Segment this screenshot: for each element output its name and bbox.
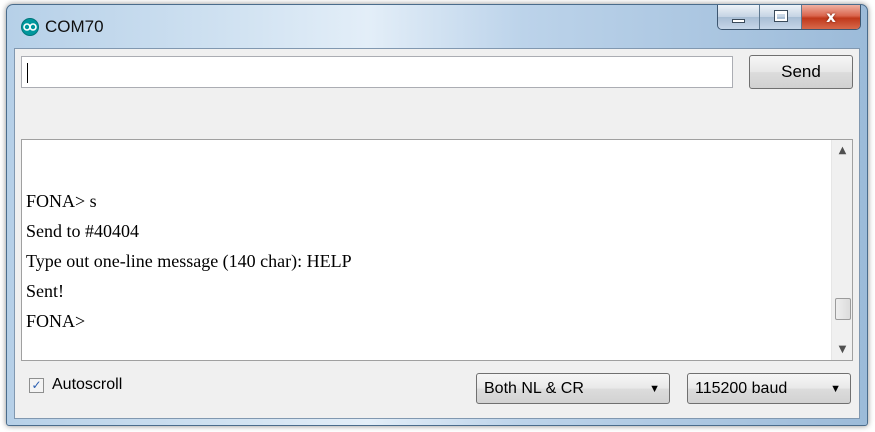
output-line: Send to #40404 [26, 221, 140, 241]
check-icon: ✓ [31, 377, 42, 392]
output-line: FONA> s [26, 191, 97, 211]
send-button[interactable]: Send [749, 55, 853, 89]
serial-monitor-body: Send FONA> s Send to #40404 Type out one… [14, 48, 860, 419]
chevron-down-icon: ▼ [830, 383, 841, 395]
scroll-thumb[interactable] [835, 298, 851, 320]
serial-output-lines: FONA> s Send to #40404 Type out one-line… [26, 186, 352, 336]
maximize-button[interactable] [760, 5, 802, 29]
autoscroll-checkbox[interactable]: ✓ [29, 377, 44, 393]
output-line: Type out one-line message (140 char): HE… [26, 251, 352, 271]
vertical-scrollbar[interactable]: ▲ ▼ [831, 140, 852, 360]
close-icon: x [826, 8, 836, 26]
output-line: FONA> [26, 311, 86, 331]
arrow-down-icon[interactable]: ▼ [832, 339, 853, 360]
baud-rate-select[interactable]: 115200 baud ▼ [687, 373, 851, 404]
autoscroll-label: Autoscroll [52, 376, 123, 393]
output-line: Sent! [26, 281, 64, 301]
text-caret [27, 63, 28, 83]
maximize-icon [774, 10, 788, 22]
title-bar[interactable]: COM70 x [7, 5, 867, 49]
chevron-down-icon: ▼ [649, 383, 660, 395]
minimize-icon [732, 19, 745, 23]
arrow-up-icon[interactable]: ▲ [832, 140, 853, 161]
minimize-button[interactable] [718, 5, 760, 29]
window-title: COM70 [45, 17, 104, 36]
baud-rate-value: 115200 baud [695, 379, 788, 397]
line-ending-value: Both NL & CR [484, 379, 584, 397]
line-ending-select[interactable]: Both NL & CR ▼ [476, 373, 670, 404]
close-button[interactable]: x [802, 5, 860, 29]
arduino-infinity-icon [21, 18, 39, 36]
serial-monitor-window: COM70 x Send FONA> s Send to #40404 Type… [6, 4, 868, 426]
window-controls: x [717, 5, 861, 30]
serial-input[interactable] [21, 56, 733, 88]
autoscroll-toggle[interactable]: ✓ Autoscroll [29, 376, 122, 394]
serial-output-area[interactable]: FONA> s Send to #40404 Type out one-line… [21, 139, 853, 361]
